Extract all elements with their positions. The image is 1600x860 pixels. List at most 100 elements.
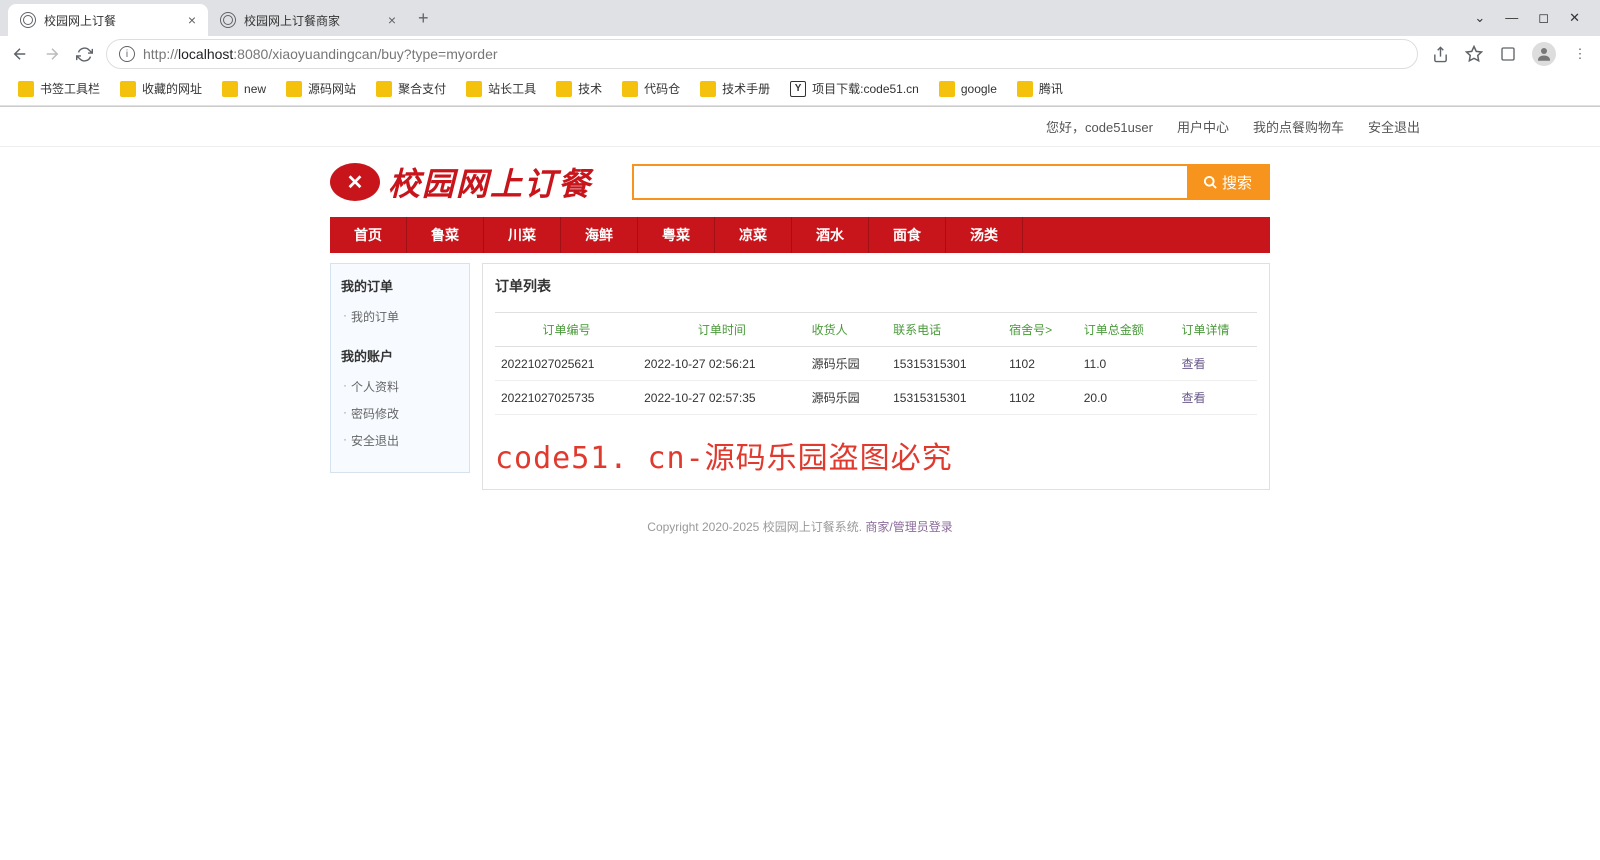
cell-dorm: 1102 — [1003, 381, 1078, 415]
header-area: 校园网上订餐 搜索 — [330, 147, 1270, 217]
extensions-icon[interactable] — [1498, 44, 1518, 64]
bookmark-item[interactable]: 技术 — [548, 76, 610, 101]
bookmark-item[interactable]: Y项目下载:code51.cn — [782, 76, 927, 101]
share-icon[interactable] — [1430, 44, 1450, 64]
cell-detail: 查看 — [1175, 347, 1257, 381]
th-dorm: 宿舍号> — [1003, 313, 1078, 347]
folder-icon — [700, 81, 716, 97]
folder-icon — [466, 81, 482, 97]
nav-home[interactable]: 首页 — [330, 217, 407, 253]
back-icon[interactable] — [10, 44, 30, 64]
page-content: 您好，code51user 用户中心 我的点餐购物车 安全退出 校园网上订餐 搜… — [0, 107, 1600, 563]
watermark-text: code51. cn-源码乐园盗图必究 — [495, 433, 1257, 477]
th-order-id: 订单编号 — [495, 313, 638, 347]
nav-bar: i http://localhost:8080/xiaoyuandingcan/… — [0, 36, 1600, 72]
search-button[interactable]: 搜索 — [1187, 166, 1268, 198]
sidebar-item-profile[interactable]: 个人资料 — [341, 373, 459, 400]
folder-icon — [286, 81, 302, 97]
user-center-link[interactable]: 用户中心 — [1177, 117, 1229, 136]
cell-total: 11.0 — [1078, 347, 1176, 381]
cell-order-time: 2022-10-27 02:56:21 — [638, 347, 806, 381]
search-box: 搜索 — [632, 164, 1270, 200]
table-row: 20221027025735 2022-10-27 02:57:35 源码乐园 … — [495, 381, 1257, 415]
sidebar-item-password[interactable]: 密码修改 — [341, 400, 459, 427]
folder-icon — [120, 81, 136, 97]
folder-icon — [939, 81, 955, 97]
search-input[interactable] — [634, 166, 1187, 198]
content-title: 订单列表 — [495, 276, 1257, 296]
bookmark-item[interactable]: 腾讯 — [1009, 76, 1071, 101]
cell-receiver: 源码乐园 — [806, 381, 887, 415]
folder-icon — [1017, 81, 1033, 97]
content-wrap: 我的订单 我的订单 我的账户 个人资料 密码修改 安全退出 订单列表 订单编号 … — [330, 263, 1270, 490]
greeting-text: 您好，code51user — [1046, 117, 1153, 136]
view-detail-link[interactable]: 查看 — [1181, 357, 1205, 371]
close-icon[interactable]: × — [388, 12, 396, 28]
copyright-text: Copyright 2020-2025 校园网上订餐系统. — [647, 520, 862, 534]
forward-icon[interactable] — [42, 44, 62, 64]
info-icon[interactable]: i — [119, 46, 135, 62]
sidebar-item-my-orders[interactable]: 我的订单 — [341, 303, 459, 330]
main-content: 订单列表 订单编号 订单时间 收货人 联系电话 宿舍号> 订单总金额 订单详情 — [482, 263, 1270, 490]
cell-phone: 15315315301 — [887, 381, 1003, 415]
th-order-time: 订单时间 — [638, 313, 806, 347]
view-detail-link[interactable]: 查看 — [1181, 391, 1205, 405]
site-logo[interactable]: 校园网上订餐 — [330, 159, 592, 205]
maximize-icon[interactable]: ◻ — [1538, 10, 1549, 26]
th-detail: 订单详情 — [1175, 313, 1257, 347]
th-phone: 联系电话 — [887, 313, 1003, 347]
browser-tab-active[interactable]: 校园网上订餐 × — [8, 4, 208, 36]
browser-tab-inactive[interactable]: 校园网上订餐商家 × — [208, 4, 408, 36]
bookmark-item[interactable]: 站长工具 — [458, 76, 544, 101]
cart-link[interactable]: 我的点餐购物车 — [1253, 117, 1344, 136]
nav-item[interactable]: 汤类 — [946, 217, 1023, 253]
cell-detail: 查看 — [1175, 381, 1257, 415]
top-bar: 您好，code51user 用户中心 我的点餐购物车 安全退出 — [0, 107, 1600, 147]
close-window-icon[interactable]: ✕ — [1569, 10, 1580, 26]
menu-icon[interactable]: ⋮ — [1570, 44, 1590, 64]
url-bar[interactable]: i http://localhost:8080/xiaoyuandingcan/… — [106, 39, 1418, 69]
bookmark-item[interactable]: 代码仓 — [614, 76, 688, 101]
folder-icon — [376, 81, 392, 97]
tab-title: 校园网上订餐 — [44, 12, 180, 29]
bookmark-item[interactable]: google — [931, 77, 1005, 101]
cell-receiver: 源码乐园 — [806, 347, 887, 381]
table-row: 20221027025621 2022-10-27 02:56:21 源码乐园 … — [495, 347, 1257, 381]
order-table: 订单编号 订单时间 收货人 联系电话 宿舍号> 订单总金额 订单详情 20221… — [495, 312, 1257, 415]
sidebar: 我的订单 我的订单 我的账户 个人资料 密码修改 安全退出 — [330, 263, 470, 473]
bookmark-item[interactable]: new — [214, 77, 274, 101]
nav-item[interactable]: 粤菜 — [638, 217, 715, 253]
admin-login-link[interactable]: 商家/管理员登录 — [865, 520, 952, 534]
bookmark-item[interactable]: 源码网站 — [278, 76, 364, 101]
nav-item[interactable]: 面食 — [869, 217, 946, 253]
nav-item[interactable]: 鲁菜 — [407, 217, 484, 253]
globe-icon — [20, 12, 36, 28]
nav-item[interactable]: 酒水 — [792, 217, 869, 253]
star-icon[interactable] — [1464, 44, 1484, 64]
cell-order-id: 20221027025735 — [495, 381, 638, 415]
nav-item[interactable]: 海鲜 — [561, 217, 638, 253]
chevron-down-icon[interactable]: ⌄ — [1474, 10, 1485, 26]
tab-bar: 校园网上订餐 × 校园网上订餐商家 × + ⌄ — ◻ ✕ — [0, 0, 1600, 36]
url-text: http://localhost:8080/xiaoyuandingcan/bu… — [143, 46, 1405, 62]
cell-total: 20.0 — [1078, 381, 1176, 415]
nav-item[interactable]: 凉菜 — [715, 217, 792, 253]
cell-order-time: 2022-10-27 02:57:35 — [638, 381, 806, 415]
bookmark-item[interactable]: 聚合支付 — [368, 76, 454, 101]
bookmark-item[interactable]: 收藏的网址 — [112, 76, 210, 101]
folder-icon — [18, 81, 34, 97]
bookmark-item[interactable]: 技术手册 — [692, 76, 778, 101]
logout-link[interactable]: 安全退出 — [1368, 117, 1420, 136]
logo-text: 校园网上订餐 — [388, 159, 592, 205]
new-tab-button[interactable]: + — [408, 8, 439, 29]
close-icon[interactable]: × — [188, 12, 196, 28]
logo-icon — [330, 163, 380, 201]
nav-item[interactable]: 川菜 — [484, 217, 561, 253]
sidebar-item-logout[interactable]: 安全退出 — [341, 427, 459, 454]
minimize-icon[interactable]: — — [1505, 10, 1518, 26]
reload-icon[interactable] — [74, 44, 94, 64]
profile-avatar[interactable] — [1532, 42, 1556, 66]
folder-icon — [556, 81, 572, 97]
y-icon: Y — [790, 81, 806, 97]
bookmark-item[interactable]: 书签工具栏 — [10, 76, 108, 101]
